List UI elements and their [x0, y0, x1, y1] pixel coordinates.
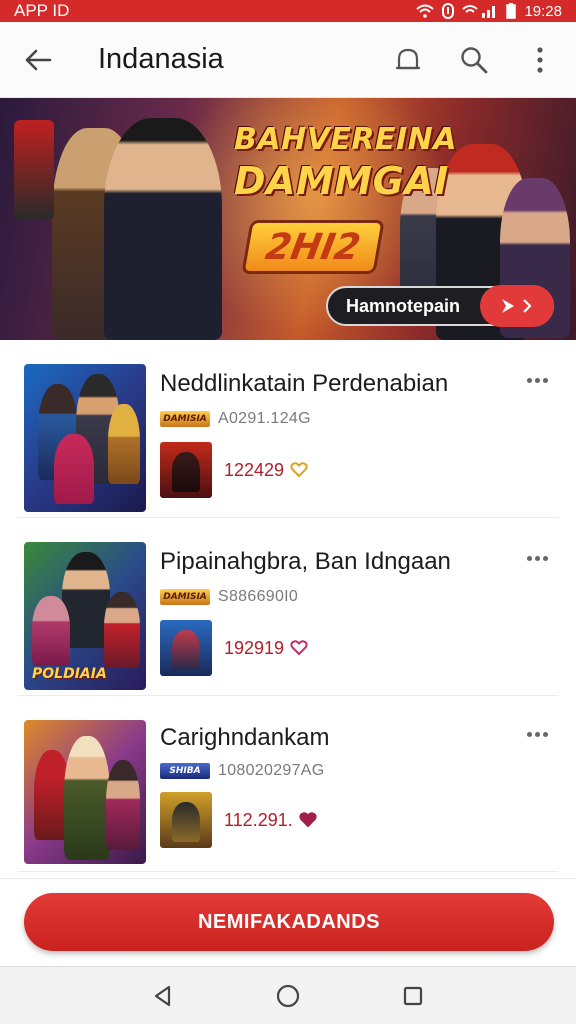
- status-icons: 19:28: [416, 3, 562, 20]
- back-arrow-icon: [25, 49, 52, 70]
- mini-figure: [172, 452, 200, 492]
- more-dot-icon: [526, 555, 532, 561]
- screen: APP ID 19:28 Indanasia BAHVEREINA DAMMGA…: [0, 0, 576, 1024]
- back-button[interactable]: [16, 38, 60, 82]
- banner-year-badge: 2HI2: [241, 220, 385, 274]
- nav-recents-button[interactable]: [391, 974, 435, 1018]
- thumb-figure: [64, 736, 110, 860]
- promo-banner[interactable]: BAHVEREINA DAMMGAI 2HI2 Hamnotepain: [0, 98, 576, 340]
- list-item-thumbnail: [24, 720, 146, 864]
- banner-headline: BAHVEREINA DAMMGAI: [234, 122, 457, 203]
- list-item-thumbnail: POLDIAIA: [24, 542, 146, 690]
- game-score-value: 192919: [224, 637, 285, 658]
- home-circle-icon: [276, 984, 300, 1007]
- game-score: 192919: [224, 638, 308, 659]
- list-item-title: Neddlinkatain Perdenabian: [160, 370, 449, 397]
- game-score: 122429: [224, 460, 308, 481]
- banner-character-left-2: [104, 118, 222, 340]
- bottom-action-area: NEMIFAKADANDS: [0, 878, 576, 966]
- list-item[interactable]: Neddlinkatain Perdenabian DAMISIA A0291.…: [18, 340, 558, 518]
- thumb-figure: [54, 434, 94, 504]
- game-score: 112.291.: [224, 810, 317, 831]
- list-item-meta: DAMISIA A0291.124G: [160, 410, 311, 428]
- status-left-text: APP ID: [14, 1, 70, 20]
- play-arrow-icon: [480, 285, 554, 327]
- banner-headline-line1: BAHVEREINA: [234, 122, 457, 157]
- game-mini-thumbnail: [160, 792, 212, 848]
- notifications-button[interactable]: [386, 38, 430, 82]
- nav-home-button[interactable]: [266, 974, 310, 1018]
- thumb-figure: [106, 760, 140, 850]
- thumb-figure: [104, 592, 140, 668]
- more-dot-icon: [542, 555, 548, 561]
- more-dot-icon: [534, 731, 540, 737]
- back-triangle-icon: [154, 985, 170, 1006]
- bell-icon: [395, 48, 421, 69]
- game-list: Neddlinkatain Perdenabian DAMISIA A0291.…: [0, 340, 576, 872]
- mini-figure: [172, 630, 200, 670]
- list-item-sub: 122429: [160, 442, 308, 498]
- banner-headline-line2: DAMMGAI: [234, 159, 449, 203]
- list-item[interactable]: POLDIAIA Pipainahgbra, Ban Idngaan DAMIS…: [18, 518, 558, 696]
- game-code: 108020297AG: [218, 762, 325, 779]
- more-dot-icon: [534, 555, 540, 561]
- more-dot-icon: [526, 731, 532, 737]
- list-item-thumbnail: [24, 364, 146, 512]
- primary-action-button[interactable]: NEMIFAKADANDS: [24, 893, 554, 951]
- more-dot-icon: [542, 377, 548, 383]
- list-item-sub: 192919: [160, 620, 308, 676]
- list-item-more-button[interactable]: [522, 370, 552, 390]
- list-item-more-button[interactable]: [522, 724, 552, 744]
- page-title: Indanasia: [98, 43, 224, 75]
- thumb-figure: [108, 404, 140, 484]
- mini-figure: [172, 802, 200, 842]
- list-item-more-button[interactable]: [522, 548, 552, 568]
- recents-square-icon: [404, 986, 423, 1005]
- heart-icon: [299, 812, 317, 828]
- list-item-title: Pipainahgbra, Ban Idngaan: [160, 548, 451, 575]
- more-dot-icon: [542, 731, 548, 737]
- overflow-menu-button[interactable]: [518, 38, 562, 82]
- game-tag-badge: DAMISIA: [160, 589, 210, 605]
- search-icon: [461, 46, 488, 73]
- list-item-meta: SHIBA 108020297AG: [160, 762, 325, 780]
- more-dot-icon: [534, 377, 540, 383]
- heart-icon: [290, 462, 308, 478]
- thumb-caption: POLDIAIA: [32, 666, 107, 682]
- list-item-meta: DAMISIA S886690I0: [160, 588, 298, 606]
- nav-back-button[interactable]: [141, 974, 185, 1018]
- search-button[interactable]: [452, 38, 496, 82]
- heart-icon: [290, 640, 308, 656]
- system-nav-bar: [0, 966, 576, 1024]
- battery-icon: [506, 3, 517, 19]
- app-bar: Indanasia: [0, 22, 576, 98]
- game-code: S886690I0: [218, 588, 299, 605]
- game-score-value: 122429: [224, 459, 285, 480]
- list-item-title: Carighndankam: [160, 724, 330, 751]
- list-item[interactable]: Carighndankam SHIBA 108020297AG 112.291.: [18, 696, 558, 872]
- game-mini-thumbnail: [160, 620, 212, 676]
- banner-cta-label: Hamnotepain: [346, 295, 461, 316]
- status-time: 19:28: [524, 2, 562, 20]
- banner-cta-button[interactable]: Hamnotepain: [326, 285, 554, 327]
- more-vert-icon: [537, 46, 543, 73]
- game-tag-badge: SHIBA: [160, 763, 210, 779]
- wifi-icon: [416, 4, 435, 18]
- signal-icon: [462, 4, 498, 18]
- vpn-icon: [442, 3, 455, 19]
- game-mini-thumbnail: [160, 442, 212, 498]
- more-dot-icon: [526, 377, 532, 383]
- game-score-value: 112.291.: [224, 809, 293, 830]
- thumb-figure: [32, 596, 70, 666]
- banner-weapon-left: [14, 120, 54, 220]
- list-item-sub: 112.291.: [160, 792, 317, 848]
- game-code: A0291.124G: [218, 410, 311, 427]
- status-bar: APP ID 19:28: [0, 0, 576, 22]
- game-tag-badge: DAMISIA: [160, 411, 210, 427]
